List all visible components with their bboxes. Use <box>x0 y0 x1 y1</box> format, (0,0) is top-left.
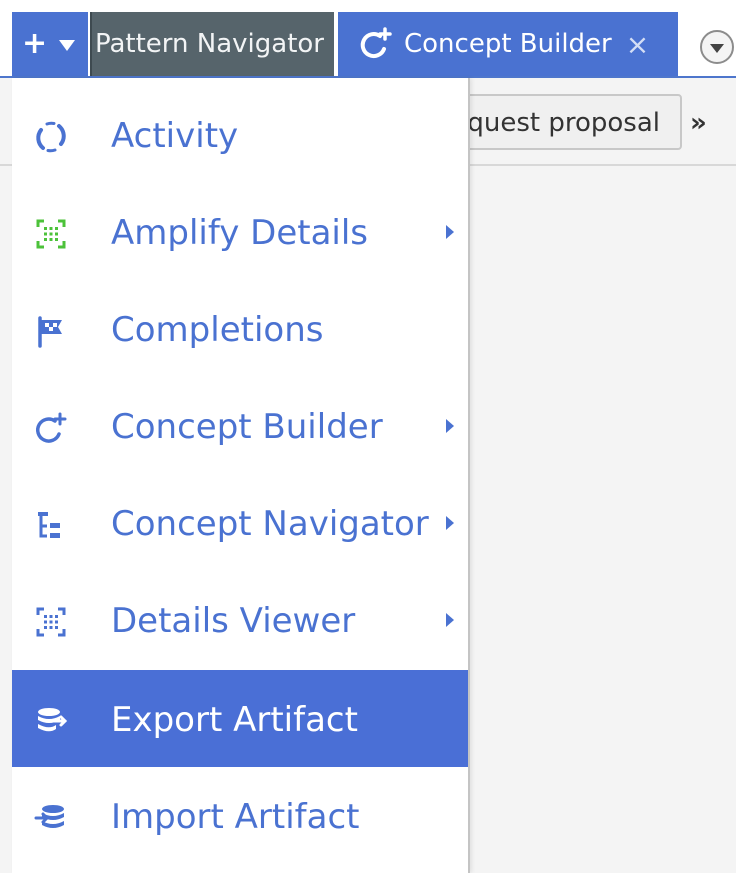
tree-icon <box>38 512 60 538</box>
menu-item-activity[interactable]: Activity <box>12 86 468 183</box>
menu-item-label: Concept Builder <box>111 407 383 447</box>
tab-overflow-button[interactable] <box>700 30 734 64</box>
concept-builder-icon <box>36 412 67 443</box>
close-icon[interactable]: × <box>626 28 649 61</box>
menu-item-label: Concept Navigator <box>111 504 429 544</box>
submenu-arrow-icon <box>446 225 454 239</box>
menu-item-label: Export Artifact <box>111 700 358 740</box>
export-icon <box>38 708 68 732</box>
menu-item-concept-builder[interactable]: Concept Builder <box>12 377 468 474</box>
circle-caret-down-icon <box>710 44 724 53</box>
menu-item-details-viewer[interactable]: Details Viewer <box>12 571 468 668</box>
menu-item-export-artifact[interactable]: Export Artifact <box>12 670 468 767</box>
tab-concept-builder[interactable]: Concept Builder × <box>338 12 678 76</box>
activity-icon <box>36 121 66 153</box>
double-chevron-icon: » <box>690 108 707 138</box>
menu-item-amplify-details[interactable]: Amplify Details <box>12 183 468 280</box>
menu-item-import-artifact[interactable]: Import Artifact <box>12 767 468 864</box>
flag-icon <box>38 316 62 348</box>
add-view-button[interactable]: + <box>12 12 88 76</box>
concept-builder-icon <box>360 27 392 59</box>
toolbar-more-button[interactable]: » <box>690 100 736 146</box>
menu-item-concept-navigator[interactable]: Concept Navigator <box>12 474 468 571</box>
menu-item-label: Details Viewer <box>111 601 356 641</box>
tab-label: Concept Builder <box>404 29 612 59</box>
menu-item-label: Completions <box>111 310 324 350</box>
menu-item-completions[interactable]: Completions <box>12 280 468 377</box>
tab-bar: + Pattern Navigator Concept Builder × <box>0 0 736 78</box>
submenu-arrow-icon <box>446 516 454 530</box>
menu-item-label: Import Artifact <box>111 797 360 837</box>
amplify-details-icon <box>36 219 66 249</box>
details-viewer-icon <box>36 607 66 637</box>
tab-label: Pattern Navigator <box>94 29 324 59</box>
add-view-menu: Activity Amplify Details Completions Con <box>12 78 470 873</box>
tab-pattern-navigator[interactable]: Pattern Navigator <box>90 12 334 76</box>
import-icon <box>34 805 64 828</box>
plus-icon: + <box>22 26 48 61</box>
menu-item-label: Activity <box>111 116 239 156</box>
submenu-arrow-icon <box>446 613 454 627</box>
menu-item-label: Amplify Details <box>111 213 369 253</box>
caret-down-icon <box>59 40 76 51</box>
submenu-arrow-icon <box>446 419 454 433</box>
